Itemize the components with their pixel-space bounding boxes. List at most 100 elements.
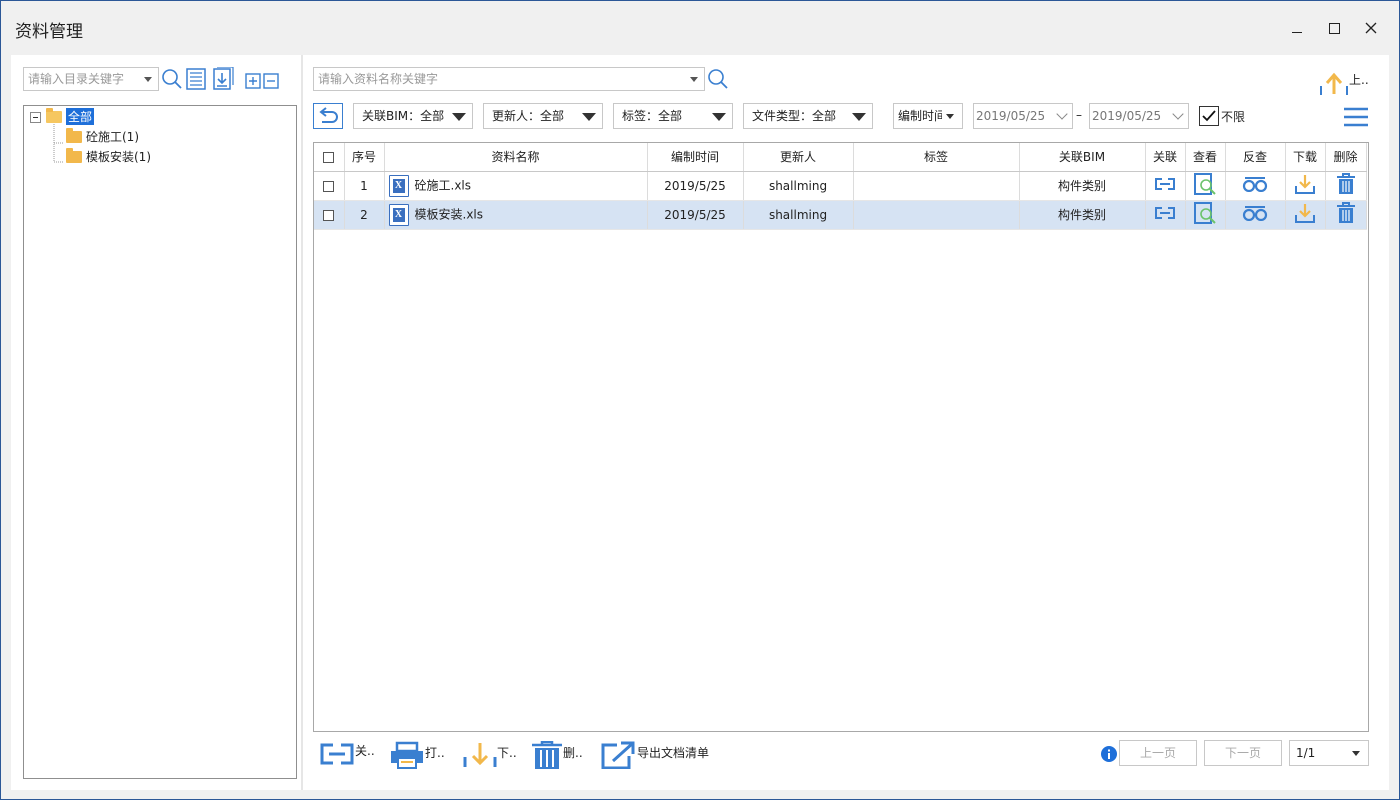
tree-node-all[interactable]: 全部 xyxy=(46,107,95,125)
chevron-down-icon xyxy=(582,113,596,121)
row-date: 2019/5/25 xyxy=(647,171,744,201)
minimize-icon xyxy=(1292,31,1302,33)
chevron-down-icon xyxy=(690,77,698,82)
col-header-bim[interactable]: 关联BIM xyxy=(1019,143,1146,172)
batch-download-label: 下.. xyxy=(497,745,517,760)
client-area: 请输入目录关键字 全部 砼施工(1) 模板安装(1) 请输入资料名称关键字 上.… xyxy=(11,55,1389,790)
maximize-icon xyxy=(1328,22,1340,34)
export-list-label: 导出文档清单 xyxy=(637,745,710,760)
row-view-action[interactable] xyxy=(1185,200,1226,230)
col-header-view: 查看 xyxy=(1185,143,1226,172)
directory-tree: 全部 砼施工(1) 模板安装(1) xyxy=(23,105,297,779)
title-bar: 资料管理 xyxy=(1,1,1399,55)
row-view-action[interactable] xyxy=(1185,171,1226,201)
upload-button[interactable]: 上.. xyxy=(1317,71,1369,96)
chevron-down-icon xyxy=(852,113,866,121)
updater-filter-dropdown[interactable]: 更新人：全部 xyxy=(483,103,603,129)
col-header-no[interactable]: 序号 xyxy=(344,143,385,172)
row-delete-action[interactable] xyxy=(1325,171,1367,201)
folder-icon xyxy=(66,147,82,163)
folder-icon xyxy=(66,127,82,143)
row-delete-action[interactable] xyxy=(1325,200,1367,230)
document-search-input[interactable]: 请输入资料名称关键字 xyxy=(313,67,705,91)
trash-icon xyxy=(1336,173,1355,194)
search-icon[interactable] xyxy=(161,68,183,90)
unlimited-label: 不限 xyxy=(1221,109,1246,124)
date-from-input[interactable]: 2019/05/25 xyxy=(973,103,1073,129)
chevron-down-icon xyxy=(144,77,152,82)
row-name: 模板安装.xls xyxy=(414,207,484,221)
search-icon[interactable] xyxy=(707,68,729,90)
next-page-button[interactable]: 下一页 xyxy=(1204,740,1282,766)
download-icon xyxy=(1295,204,1315,223)
maximize-button[interactable] xyxy=(1319,15,1349,41)
bim-filter-dropdown[interactable]: 关联BIM：全部 xyxy=(353,103,473,129)
chevron-down-icon xyxy=(946,114,954,119)
export-list-button[interactable]: 导出文档清单 xyxy=(601,741,709,769)
time-field-dropdown[interactable]: 编制时间 xyxy=(893,103,963,129)
directory-search-placeholder: 请输入目录关键字 xyxy=(28,72,125,86)
batch-delete-button[interactable]: 删.. xyxy=(531,741,583,769)
row-updater: shallming xyxy=(743,200,854,230)
view-icon xyxy=(1194,202,1216,224)
prev-page-button[interactable]: 上一页 xyxy=(1119,740,1197,766)
import-icon[interactable] xyxy=(211,67,235,91)
link-icon xyxy=(1155,178,1175,190)
trash-icon xyxy=(1336,202,1355,223)
back-button[interactable] xyxy=(313,103,343,129)
col-header-updater[interactable]: 更新人 xyxy=(743,143,854,172)
unlimited-checkbox[interactable]: 不限 xyxy=(1199,106,1245,126)
row-tag xyxy=(853,171,1020,201)
expand-collapse-icon[interactable] xyxy=(245,73,281,89)
print-button[interactable]: 打.. xyxy=(389,741,445,769)
tag-filter-dropdown[interactable]: 标签：全部 xyxy=(613,103,733,129)
col-header-name[interactable]: 资料名称 xyxy=(384,143,648,172)
batch-link-label: 关.. xyxy=(355,743,375,758)
tree-collapse-icon[interactable] xyxy=(30,112,42,124)
tree-node-formwork[interactable]: 模板安装(1) xyxy=(66,147,151,165)
directory-search-input[interactable]: 请输入目录关键字 xyxy=(23,67,159,91)
row-link-action[interactable] xyxy=(1145,200,1186,230)
info-icon[interactable] xyxy=(1101,746,1117,762)
bim-filter-label: 关联BIM：全部 xyxy=(362,109,445,123)
page-select[interactable]: 1/1 xyxy=(1289,740,1369,766)
row-download-action[interactable] xyxy=(1285,171,1326,201)
minimize-button[interactable] xyxy=(1282,15,1312,41)
row-reverse-action[interactable] xyxy=(1225,171,1286,201)
batch-link-button[interactable]: 关.. xyxy=(319,741,375,765)
row-bim: 构件类别 xyxy=(1019,200,1146,230)
download-icon xyxy=(463,743,497,767)
menu-icon[interactable] xyxy=(1343,107,1369,127)
row-reverse-action[interactable] xyxy=(1225,200,1286,230)
date-to-input[interactable]: 2019/05/25 xyxy=(1089,103,1189,129)
row-no: 1 xyxy=(344,171,385,201)
row-name: 砼施工.xls xyxy=(414,178,472,192)
row-checkbox[interactable] xyxy=(314,171,345,201)
select-all-checkbox[interactable] xyxy=(314,143,345,172)
batch-download-button[interactable]: 下.. xyxy=(463,741,517,769)
row-name-cell: X 砼施工.xls xyxy=(384,171,648,201)
col-header-tag[interactable]: 标签 xyxy=(853,143,1020,172)
row-date: 2019/5/25 xyxy=(647,200,744,230)
row-name-cell: X 模板安装.xls xyxy=(384,200,648,230)
col-header-link: 关联 xyxy=(1145,143,1186,172)
table-row[interactable]: 2 X 模板安装.xls 2019/5/25 shallming 构件类别 xyxy=(314,200,1367,230)
filetype-filter-dropdown[interactable]: 文件类型：全部 xyxy=(743,103,873,129)
tree-node-concrete[interactable]: 砼施工(1) xyxy=(66,127,139,145)
row-link-action[interactable] xyxy=(1145,171,1186,201)
print-label: 打.. xyxy=(425,745,445,760)
row-download-action[interactable] xyxy=(1285,200,1326,230)
close-button[interactable] xyxy=(1356,15,1386,41)
row-checkbox[interactable] xyxy=(314,200,345,230)
trash-icon xyxy=(532,741,562,769)
upload-icon xyxy=(1320,72,1348,95)
list-view-icon[interactable] xyxy=(185,67,207,91)
date-to-value: 2019/05/25 xyxy=(1092,109,1162,123)
col-header-date[interactable]: 编制时间 xyxy=(647,143,744,172)
row-updater: shallming xyxy=(743,171,854,201)
upload-label: 上.. xyxy=(1349,73,1369,87)
table-row[interactable]: 1 X 砼施工.xls 2019/5/25 shallming 构件类别 xyxy=(314,171,1367,201)
col-header-reverse: 反查 xyxy=(1225,143,1286,172)
checkbox-checked-icon xyxy=(1199,106,1219,126)
row-bim: 构件类别 xyxy=(1019,171,1146,201)
